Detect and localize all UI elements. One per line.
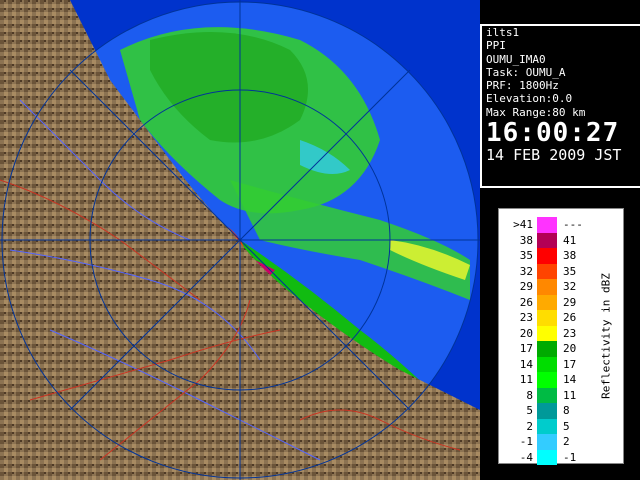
legend-high-value: 8	[563, 404, 570, 417]
legend-row: 20 23	[507, 325, 592, 341]
legend-low-value: 17	[519, 342, 533, 355]
legend-row: 35 38	[507, 248, 592, 264]
legend-color-swatch	[537, 310, 557, 326]
legend-color-swatch	[537, 372, 557, 388]
legend-color-swatch	[537, 325, 557, 341]
legend-row: 29 32	[507, 279, 592, 295]
legend-row: 58	[507, 403, 592, 419]
max-range-value: Max Range:80 km	[486, 105, 586, 119]
legend-color-swatch	[537, 449, 557, 465]
legend-color-swatch	[537, 356, 557, 372]
legend-low-value: 35	[519, 249, 533, 262]
legend-color-swatch	[537, 263, 557, 279]
legend-low-value: -4	[519, 450, 533, 464]
legend-high-value: -1	[563, 450, 577, 464]
legend-low-value: 38	[519, 233, 533, 247]
legend-row: 25	[507, 418, 592, 434]
legend-low-value: 5	[526, 404, 533, 417]
legend-high-value: 14	[563, 373, 577, 386]
legend-low-value: 23	[519, 311, 533, 324]
legend-low-value: >41	[513, 218, 533, 231]
legend-row: -4 -1	[507, 449, 592, 465]
product-type: PPI	[486, 39, 506, 53]
legend-row: 32 35	[507, 263, 592, 279]
station-id: ilts1	[486, 26, 520, 39]
legend-low-value: 8	[526, 388, 533, 402]
task-name: Task: OUMU_A	[486, 65, 566, 79]
elevation-value: Elevation:0.0	[486, 92, 573, 106]
legend-high-value: 41	[563, 233, 577, 247]
legend-color-swatch	[537, 341, 557, 357]
legend-low-value: 11	[519, 373, 533, 386]
legend-high-value: 17	[563, 357, 577, 371]
reflectivity-legend: >41 --- 38 41 35 38 32 35 29 32 26 29 23 26 20 23 17 20 14…	[498, 208, 624, 465]
legend-color-swatch	[537, 387, 557, 403]
legend-low-value: 2	[526, 419, 533, 433]
legend-row: 14 17	[507, 356, 592, 372]
legend-low-value: 26	[519, 295, 533, 309]
legend-high-value: 32	[563, 280, 577, 293]
legend-color-swatch	[537, 418, 557, 434]
legend-color-swatch	[537, 279, 557, 295]
legend-color-swatch	[537, 248, 557, 264]
legend-row: 8 11	[507, 387, 592, 403]
legend-low-value: 20	[519, 326, 533, 340]
legend-high-value: 20	[563, 342, 577, 355]
legend-high-value: 35	[563, 264, 577, 278]
legend-high-value: ---	[563, 218, 583, 231]
legend-low-value: 14	[519, 357, 533, 371]
observation-date: 14 FEB 2009 JST	[486, 146, 622, 165]
legend-high-value: 38	[563, 249, 577, 262]
legend-high-value: 5	[563, 419, 570, 433]
observation-time: 16:00:27	[486, 118, 620, 149]
legend-high-value: 29	[563, 295, 577, 309]
legend-low-value: 29	[519, 280, 533, 293]
legend-row: 23 26	[507, 310, 592, 326]
legend-title: Reflectivity in dBZ	[599, 273, 613, 399]
legend-title-box: Reflectivity in dBZ	[594, 209, 618, 463]
legend-high-value: 23	[563, 326, 577, 340]
site-name: OUMU_IMA0	[486, 52, 546, 66]
legend-row: 38 41	[507, 232, 592, 248]
legend-color-swatch	[537, 434, 557, 450]
legend-row: -1 2	[507, 434, 592, 450]
legend-high-value: 11	[563, 388, 577, 402]
legend-row: 26 29	[507, 294, 592, 310]
range-rings	[0, 0, 480, 480]
legend-high-value: 26	[563, 311, 577, 324]
legend-row: 17 20	[507, 341, 592, 357]
radar-ppi-map	[0, 0, 480, 480]
legend-color-swatch	[537, 294, 557, 310]
legend-row: >41 ---	[507, 217, 592, 233]
legend-row: 11 14	[507, 372, 592, 388]
legend-color-swatch	[537, 403, 557, 419]
legend-color-swatch	[537, 217, 557, 233]
legend-rows: >41 --- 38 41 35 38 32 35 29 32 26 29 23 26 20 23 17 20 14…	[507, 217, 592, 465]
legend-high-value: 2	[563, 435, 570, 448]
legend-low-value: -1	[519, 435, 533, 448]
legend-color-swatch	[537, 232, 557, 248]
radar-info-panel: ilts1 PPI OUMU_IMA0 Task: OUMU_A PRF: 18…	[480, 24, 640, 188]
prf-value: PRF: 1800Hz	[486, 79, 559, 93]
legend-low-value: 32	[519, 264, 533, 278]
